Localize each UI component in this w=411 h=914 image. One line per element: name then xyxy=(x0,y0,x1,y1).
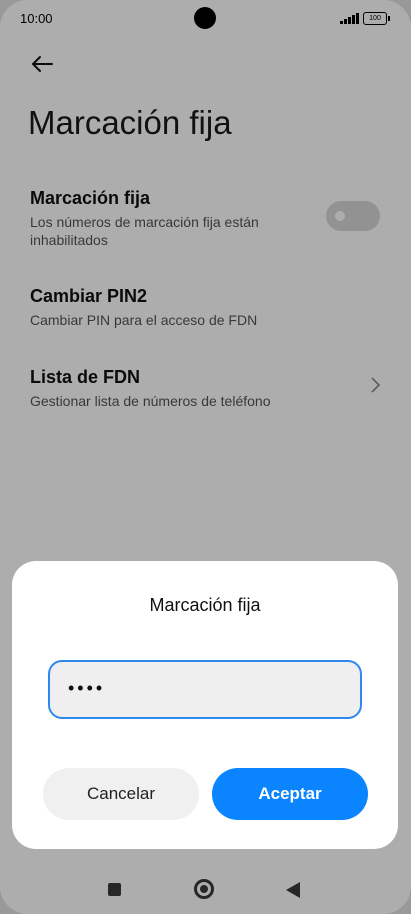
pin-input[interactable]: •••• xyxy=(48,660,362,719)
accept-button[interactable]: Aceptar xyxy=(212,768,368,820)
pin-value: •••• xyxy=(68,678,106,698)
dialog-title: Marcación fija xyxy=(149,595,261,615)
cancel-button[interactable]: Cancelar xyxy=(43,768,199,820)
pin-dialog: Marcación fija •••• Cancelar Aceptar xyxy=(12,561,398,849)
